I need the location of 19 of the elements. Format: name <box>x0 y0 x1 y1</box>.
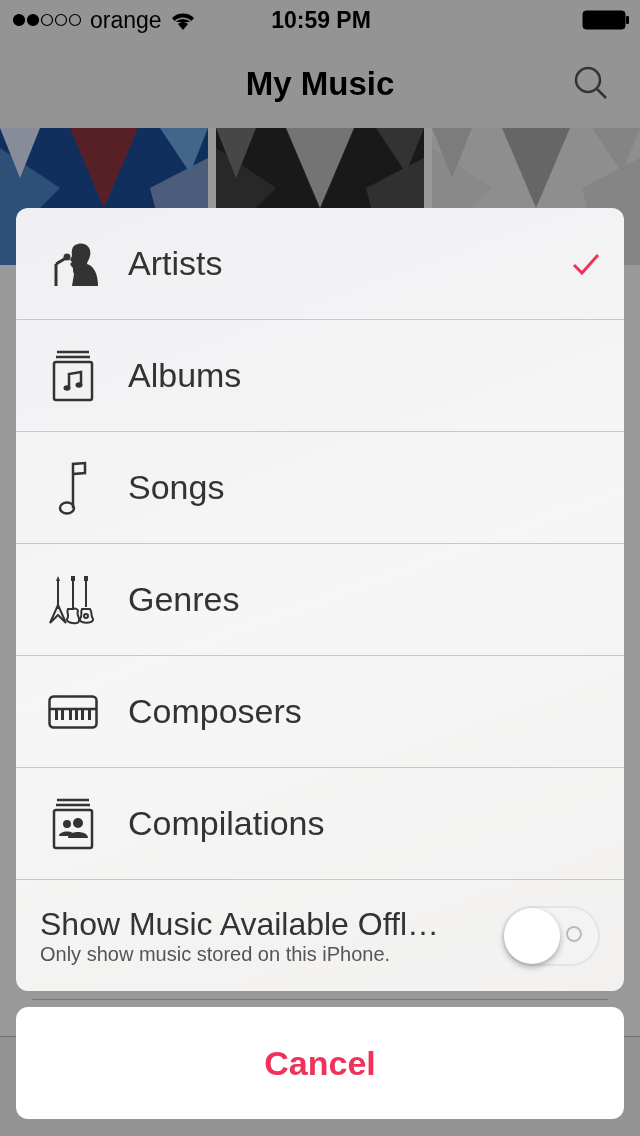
clock: 10:59 PM <box>271 6 371 34</box>
battery-icon <box>582 10 630 30</box>
toggle-switch[interactable] <box>502 905 600 966</box>
compilation-icon <box>51 797 95 850</box>
menu-item[interactable]: Compilations <box>16 768 624 880</box>
menu-item[interactable]: Composers <box>16 656 624 768</box>
piano-icon <box>48 694 98 729</box>
nav-title: My Music <box>245 65 395 103</box>
menu-item[interactable]: Songs <box>16 432 624 544</box>
option-title: Show Music Available Offl… <box>40 905 440 943</box>
menu-item[interactable]: Genres <box>16 544 624 656</box>
cancel-button[interactable]: Cancel <box>16 1007 624 1119</box>
carrier-name: orange <box>90 6 162 34</box>
option-subtitle: Only show music stored on this iPhone. <box>40 943 392 966</box>
menu-item[interactable]: Albums <box>16 320 624 432</box>
album-icon <box>51 349 95 402</box>
search-icon[interactable] <box>574 66 608 100</box>
menu-item[interactable]: Artists <box>16 208 624 320</box>
signal-icon <box>12 13 82 27</box>
